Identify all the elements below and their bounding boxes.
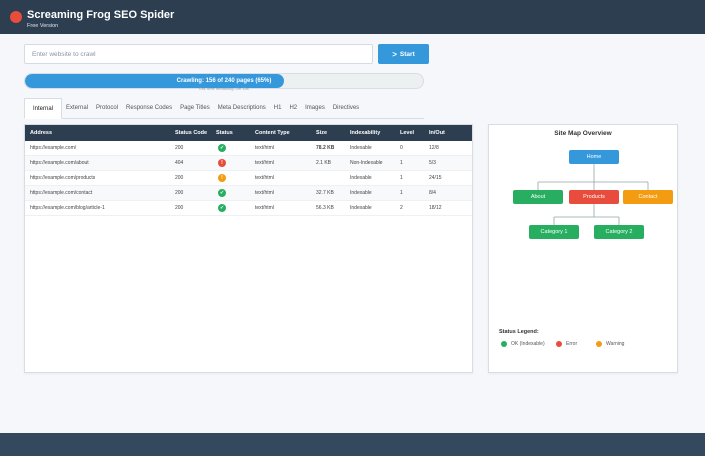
indexability-cell: Non-Indexable (350, 160, 383, 166)
column-header[interactable]: Address (30, 125, 52, 141)
url-cell: https://example.com/blog/article-1 (30, 205, 105, 211)
indexability-cell: Indexable (350, 190, 372, 196)
status-ok-icon: ✓ (218, 189, 226, 197)
arrow-right-icon: > (392, 49, 397, 59)
content-type-cell: text/html (255, 205, 274, 211)
status-code-cell: 200 (175, 175, 184, 181)
in-out-cell: 8/4 (429, 190, 436, 196)
indexability-cell: Indexable (350, 205, 372, 211)
tab-h2[interactable]: H2 (285, 98, 301, 118)
status-ok-icon: ✓ (218, 144, 226, 152)
url-cell: https://example.com/contact (30, 190, 93, 196)
tab-external[interactable]: External (62, 98, 92, 118)
level-cell: 1 (400, 160, 403, 166)
size-cell: 78.2 KB (316, 145, 335, 151)
tab-bar: Internal External Protocol Response Codes Pa… (24, 98, 424, 119)
crawl-time-remaining: Est. time remaining: 2m 15s (199, 86, 249, 91)
site-map-node-products[interactable]: Products (569, 190, 619, 204)
table-row[interactable]: https://example.com/products 200 text/html… (25, 171, 472, 186)
site-map-node-category-1[interactable]: Category 1 (529, 225, 579, 239)
indexability-cell: Indexable (350, 145, 372, 151)
status-code-cell: 200 (175, 145, 184, 151)
url-cell: https://example.com/about (30, 160, 89, 166)
size-cell: 32.7 KB (316, 190, 334, 196)
legend-dot-icon (501, 341, 507, 347)
legend-item-ok: OK (Indexable) (501, 341, 545, 347)
column-header[interactable]: Content Type (255, 125, 290, 141)
status-code-cell: 200 (175, 190, 184, 196)
site-map-panel: Site Map Overview Home About Products Co… (488, 124, 678, 373)
status-bar (0, 433, 705, 456)
size-cell: 2.1 KB (316, 160, 332, 166)
column-header[interactable]: Status Code (175, 125, 207, 141)
url-input[interactable] (24, 44, 373, 64)
legend-item-error: Error (556, 341, 577, 347)
in-out-cell: 18/12 (429, 205, 442, 211)
tab-internal[interactable]: Internal (24, 98, 63, 119)
level-cell: 2 (400, 205, 403, 211)
table-row[interactable]: https://example.com/blog/article-1 200 tex… (25, 201, 472, 216)
column-header[interactable]: Indexability (350, 125, 380, 141)
table-row[interactable]: https://example.com/200 text/html 78.2 KB I… (25, 141, 472, 156)
status-code-cell: 404 (175, 160, 184, 166)
content-type-cell: text/html (255, 190, 274, 196)
tab-protocol[interactable]: Protocol (92, 98, 122, 118)
site-map-node-category-2[interactable]: Category 2 (594, 225, 644, 239)
tab-page-titles[interactable]: Page Titles (176, 98, 214, 118)
tab-images[interactable]: Images (301, 98, 329, 118)
site-map-node-about[interactable]: About (513, 190, 563, 204)
status-error-icon: ! (218, 159, 226, 167)
size-cell: 56.3 KB (316, 205, 334, 211)
start-button-label: Start (399, 50, 415, 58)
results-table: Address Status Code Status Content Type Size… (24, 124, 473, 373)
content-type-cell: text/html (255, 175, 274, 181)
tab-h1[interactable]: H1 (270, 98, 286, 118)
legend-item-warning: Warning (596, 341, 624, 347)
level-cell: 1 (400, 190, 403, 196)
column-header[interactable]: In/Out (429, 125, 445, 141)
url-cell: https://example.com/ (30, 145, 77, 151)
column-header[interactable]: Size (316, 125, 327, 141)
frog-logo-icon (10, 11, 22, 23)
column-header[interactable]: Level (400, 125, 414, 141)
column-header[interactable]: Status (216, 125, 233, 141)
level-cell: 1 (400, 175, 403, 181)
start-button[interactable]: > Start (378, 44, 429, 64)
content-type-cell: text/html (255, 145, 274, 151)
content-type-cell: text/html (255, 160, 274, 166)
app-header: Screaming Frog SEO Spider Free Version (0, 0, 705, 34)
table-row[interactable]: https://example.com/contact 200 text/html 3… (25, 186, 472, 201)
legend-label: Warning (606, 341, 625, 347)
status-legend-title: Status Legend: (499, 329, 539, 335)
table-row[interactable]: https://example.com/about 404 text/html 2.1… (25, 156, 472, 171)
indexability-cell: Indexable (350, 175, 372, 181)
legend-dot-icon (556, 341, 562, 347)
tab-response-codes[interactable]: Response Codes (122, 98, 176, 118)
tab-directives[interactable]: Directives (329, 98, 363, 118)
in-out-cell: 5/3 (429, 160, 436, 166)
site-map-node-home[interactable]: Home (569, 150, 619, 164)
app-title: Screaming Frog SEO Spider (27, 9, 175, 21)
status-warning-icon: ! (218, 174, 226, 182)
legend-dot-icon (596, 341, 602, 347)
in-out-cell: 12/8 (429, 145, 439, 151)
table-header: Address Status Code Status Content Type Size… (25, 125, 472, 141)
legend-label: OK (Indexable) (511, 341, 545, 347)
tab-meta-descriptions[interactable]: Meta Descriptions (214, 98, 270, 118)
url-cell: https://example.com/products (30, 175, 96, 181)
in-out-cell: 24/15 (429, 175, 442, 181)
level-cell: 0 (400, 145, 403, 151)
app-subtitle: Free Version (27, 23, 59, 29)
status-ok-icon: ✓ (218, 204, 226, 212)
site-map-node-contact[interactable]: Contact (623, 190, 673, 204)
status-code-cell: 200 (175, 205, 184, 211)
legend-label: Error (566, 341, 578, 347)
